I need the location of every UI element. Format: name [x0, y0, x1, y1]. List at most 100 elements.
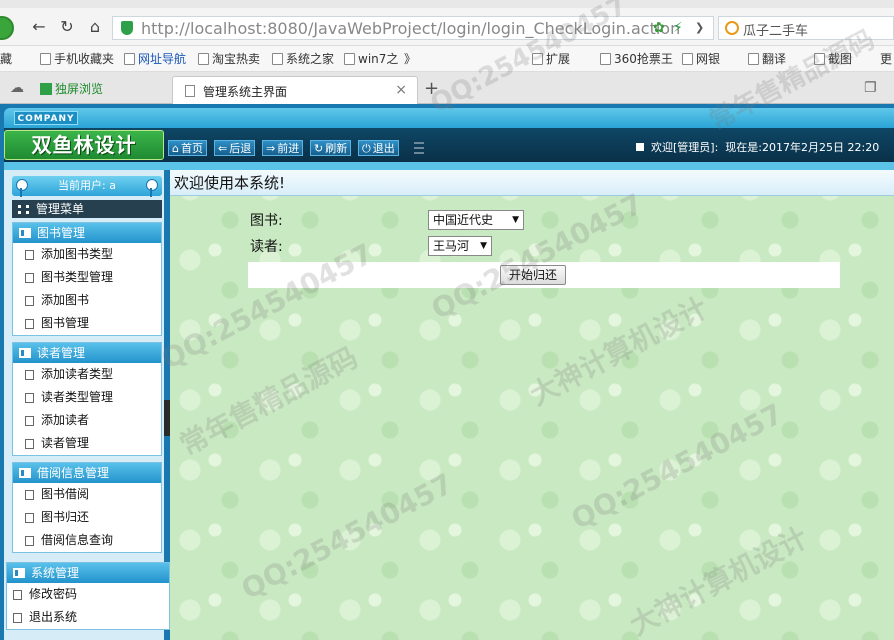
bookmark-icon — [40, 53, 51, 65]
bookmark-icon — [344, 53, 355, 65]
reader-select-value: 王马河 — [433, 239, 470, 253]
nav-refresh-button[interactable]: ↻ 刷新 — [310, 140, 352, 156]
logo: 双鱼林设计 — [4, 130, 164, 160]
bookmark-item[interactable]: 系统之家 — [272, 51, 334, 67]
bookmark-item[interactable]: 藏 — [0, 51, 12, 67]
back-arrow-icon[interactable]: ← — [30, 18, 48, 36]
form-button-row: 开始归还 — [248, 262, 840, 288]
menu-item[interactable]: 图书借阅 — [13, 483, 161, 506]
menu-group-books: 图书管理 添加图书类型 图书类型管理 添加图书 图书管理 — [12, 222, 162, 336]
menu-item[interactable]: 图书类型管理 — [13, 266, 161, 289]
reload-icon[interactable]: ↻ — [58, 18, 76, 36]
speed-mode-icon[interactable]: ⚡ — [673, 20, 683, 36]
address-bar[interactable]: http://localhost:8080/JavaWebProject/log… — [112, 16, 714, 40]
menu-item[interactable]: 借阅信息查询 — [13, 529, 161, 552]
split-view-tab[interactable]: 独屏浏览 — [40, 79, 120, 99]
page-title: 欢迎使用本系统! — [170, 170, 894, 196]
toolbar-grip-icon — [414, 142, 424, 154]
nav-back-button[interactable]: ⇐ 后退 — [214, 140, 256, 156]
home-icon: ⌂ — [172, 142, 179, 155]
nav-home-button[interactable]: ⌂ 首页 — [168, 140, 207, 156]
bookmark-item[interactable]: win7之 — [344, 51, 398, 67]
menu-item[interactable]: 添加图书类型 — [13, 243, 161, 266]
start-return-button[interactable]: 开始归还 — [500, 265, 566, 285]
tab-list-icon[interactable]: ❐ — [864, 80, 877, 96]
menu-item[interactable]: 修改密码 — [7, 583, 169, 606]
menu-item[interactable]: 添加图书 — [13, 289, 161, 312]
bookmark-item[interactable]: 网址导航 — [124, 51, 186, 67]
tab-cloud-icon[interactable]: ☁ — [10, 80, 24, 96]
bookmark-more-icon[interactable]: 》 — [404, 51, 416, 67]
menu-item[interactable]: 添加读者类型 — [13, 363, 161, 386]
header-top-strip: COMPANY — [4, 108, 894, 128]
nav-forward-button[interactable]: ⇒ 前进 — [262, 140, 304, 156]
menu-item[interactable]: 退出系统 — [7, 606, 169, 629]
menu-item[interactable]: 添加读者 — [13, 409, 161, 432]
search-engine-icon — [725, 21, 739, 35]
bookmark-icon — [198, 53, 209, 65]
address-dropdown-icon[interactable]: ❯ — [695, 20, 704, 36]
doc-icon — [25, 393, 34, 403]
browser-titlebar — [0, 0, 894, 8]
bookmark-item[interactable]: 截图 — [814, 51, 852, 67]
active-tab[interactable]: 管理系统主界面 × — [172, 76, 418, 104]
folder-icon — [19, 468, 31, 478]
bookmark-item[interactable]: 360抢票王 — [600, 51, 673, 67]
security-shield-icon — [121, 21, 133, 35]
search-text: 瓜子二手车 — [743, 24, 809, 39]
doc-icon — [25, 250, 34, 260]
doc-icon — [25, 416, 34, 426]
header-bottom-strip — [4, 162, 894, 170]
bookmark-icon — [532, 53, 543, 65]
bookmark-item[interactable]: 扩展 — [532, 51, 570, 67]
forward-icon: ⇒ — [266, 142, 276, 155]
compat-mode-icon[interactable]: ✿ — [653, 20, 665, 36]
company-badge: COMPANY — [14, 111, 78, 125]
home-icon[interactable]: ⌂ — [86, 18, 104, 36]
bookmark-item[interactable]: 网银 — [682, 51, 720, 67]
doc-icon — [25, 439, 34, 449]
nav-logout-button[interactable]: ⏻ 退出 — [358, 140, 399, 156]
tab-strip: ☁ 独屏浏览 管理系统主界面 × + ❐ — [0, 72, 894, 104]
welcome-status: 欢迎[管理员]: 现在是:2017年2月25日 22:20 — [636, 140, 879, 156]
doc-icon — [13, 613, 22, 623]
close-tab-icon[interactable]: × — [395, 82, 407, 98]
doc-icon — [25, 490, 34, 500]
menu-item[interactable]: 读者管理 — [13, 432, 161, 455]
search-box[interactable]: 瓜子二手车 — [718, 16, 894, 40]
menu-group-header[interactable]: 图书管理 — [13, 223, 161, 243]
folder-icon — [13, 568, 25, 578]
welcome-text: 欢迎[管理员]: — [651, 141, 719, 154]
status-square-icon — [636, 143, 644, 151]
new-tab-icon[interactable]: + — [424, 78, 439, 99]
bookmark-item[interactable]: 淘宝热卖 — [198, 51, 260, 67]
power-icon: ⏻ — [362, 142, 371, 155]
bookmark-item[interactable]: 手机收藏夹 — [40, 51, 114, 67]
bookmark-icon — [682, 53, 693, 65]
doc-icon — [13, 590, 22, 600]
reader-select[interactable]: 王马河 ▼ — [428, 236, 492, 256]
refresh-icon: ↻ — [314, 142, 324, 155]
dropdown-arrow-icon: ▼ — [480, 241, 487, 251]
doc-icon — [25, 536, 34, 546]
sidebar: 当前用户: a 管理菜单 图书管理 添加图书类型 图书类型管理 添加图书 图书管… — [4, 170, 170, 640]
menu-group-header[interactable]: 系统管理 — [7, 563, 169, 583]
pin-icon — [146, 179, 158, 197]
book-label: 图书: — [250, 213, 283, 229]
menu-item[interactable]: 图书管理 — [13, 312, 161, 335]
header-bar: 双鱼林设计 ⌂ 首页 ⇐ 后退 ⇒ 前进 ↻ 刷新 ⏻ 退出 欢迎[管理员]: 现在是:2… — [4, 128, 894, 162]
menu-group-header[interactable]: 借阅信息管理 — [13, 463, 161, 483]
menu-item[interactable]: 读者类型管理 — [13, 386, 161, 409]
doc-icon — [25, 296, 34, 306]
menu-title: 管理菜单 — [12, 200, 162, 218]
book-select-value: 中国近代史 — [433, 213, 494, 227]
bookmark-item[interactable]: 翻译 — [748, 51, 786, 67]
address-url: http://localhost:8080/JavaWebProject/log… — [141, 19, 681, 38]
book-select[interactable]: 中国近代史 ▼ — [428, 210, 524, 230]
bookmark-item[interactable]: 更 — [880, 51, 892, 67]
menu-item[interactable]: 图书归还 — [13, 506, 161, 529]
bookmark-icon — [814, 53, 825, 65]
current-user-label: 当前用户: a — [58, 179, 116, 192]
menu-group-header[interactable]: 读者管理 — [13, 343, 161, 363]
dropdown-arrow-icon: ▼ — [512, 215, 519, 225]
